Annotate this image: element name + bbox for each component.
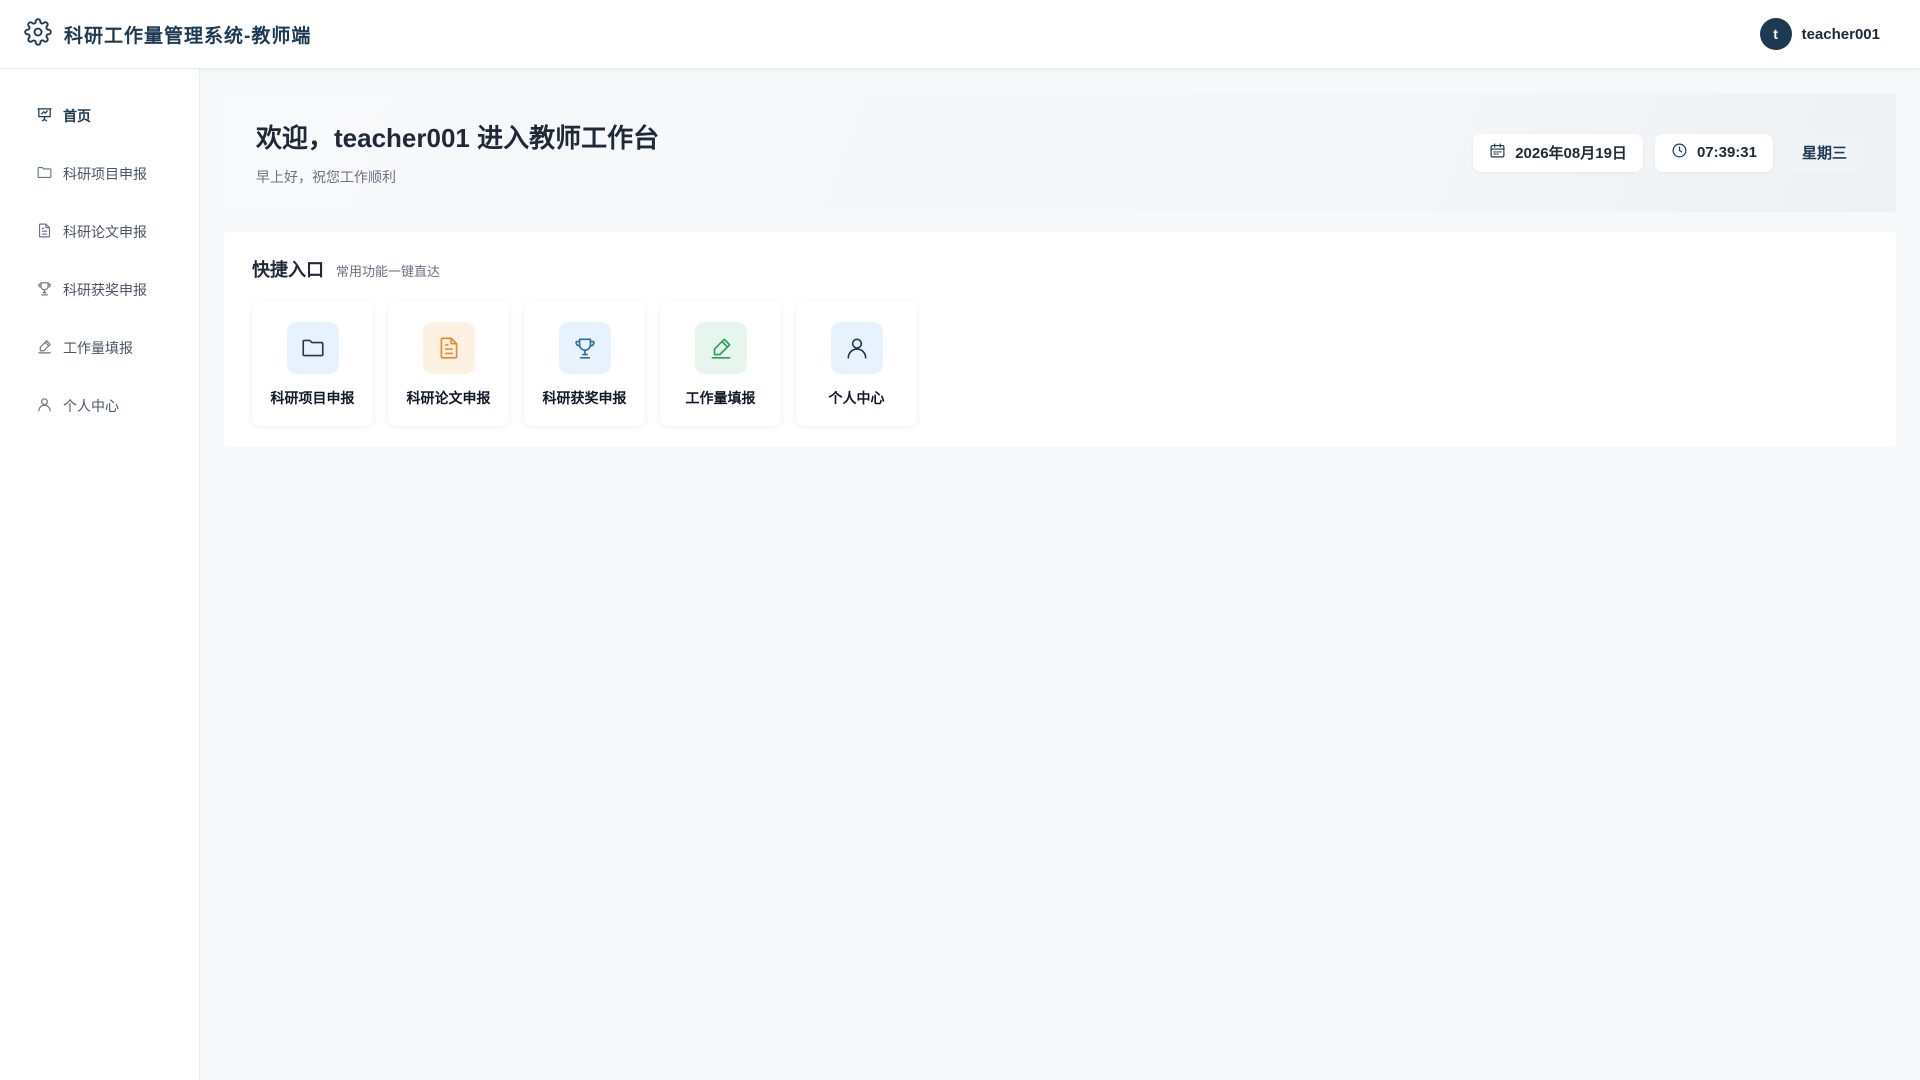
sidebar-item-home[interactable]: 首页: [0, 87, 199, 145]
username[interactable]: teacher001: [1802, 26, 1880, 43]
sidebar-item-label: 首页: [63, 108, 91, 124]
quick-card-label: 个人中心: [828, 390, 885, 406]
quick-card-label: 工作量填报: [685, 390, 756, 406]
welcome-title: 欢迎，teacher001 进入教师工作台: [256, 123, 660, 153]
sidebar-item-label: 科研获奖申报: [63, 282, 147, 298]
top-header: 科研工作量管理系统-教师端 t teacher001: [0, 0, 1920, 69]
folder-icon: [36, 164, 53, 184]
app-title: 科研工作量管理系统-教师端: [64, 25, 312, 47]
pen-icon: [36, 338, 53, 358]
sidebar-item-label: 科研论文申报: [63, 224, 147, 240]
quick-card-label: 科研项目申报: [270, 390, 355, 406]
quick-access-panel: 快捷入口 常用功能一键直达 科研项目申报 科研论文申报 科研获奖申报 工作量填报…: [224, 232, 1896, 447]
avatar[interactable]: t: [1759, 18, 1792, 50]
sidebar-item-label: 个人中心: [63, 398, 119, 414]
quick-access-title: 快捷入口: [252, 260, 324, 280]
welcome-subtitle: 早上好，祝您工作顺利: [256, 169, 396, 185]
trophy-icon: [36, 280, 53, 300]
quick-card-label: 科研论文申报: [406, 390, 491, 406]
weekday-text: 星期三: [1801, 145, 1847, 162]
calendar-icon: [1489, 142, 1506, 163]
quick-card-paper[interactable]: 科研论文申报: [388, 302, 509, 426]
datetime-chips: 2026年08月19日 07:39:31 星期三: [1473, 133, 1864, 172]
quick-card-workload[interactable]: 工作量填报: [660, 302, 781, 426]
trophy-icon: [558, 322, 611, 374]
sidebar-item-workload[interactable]: 工作量填报: [0, 319, 199, 377]
quick-card-profile[interactable]: 个人中心: [796, 302, 917, 426]
user-menu[interactable]: t teacher001: [1759, 18, 1880, 50]
sidebar-item-paper[interactable]: 科研论文申报: [0, 203, 199, 261]
time-text: 07:39:31: [1696, 144, 1757, 161]
main-content: 欢迎，teacher001 进入教师工作台 早上好，祝您工作顺利 2026年08…: [200, 69, 1920, 1080]
quick-access-subtitle: 常用功能一键直达: [336, 264, 441, 279]
quick-card-award[interactable]: 科研获奖申报: [524, 302, 645, 426]
user-icon: [36, 396, 53, 416]
quick-card-project[interactable]: 科研项目申报: [252, 302, 373, 426]
sidebar-item-label: 科研项目申报: [63, 166, 147, 182]
welcome-text: 欢迎，teacher001 进入教师工作台 早上好，祝您工作顺利: [256, 118, 659, 187]
quick-access-header: 快捷入口 常用功能一键直达: [252, 256, 1868, 282]
pen-icon: [694, 322, 747, 374]
clock-icon: [1671, 142, 1688, 163]
presentation-chart-icon: [36, 106, 53, 126]
document-icon: [422, 322, 475, 374]
brand[interactable]: 科研工作量管理系统-教师端: [24, 17, 312, 51]
quick-access-cards: 科研项目申报 科研论文申报 科研获奖申报 工作量填报 个人中心: [252, 302, 1868, 426]
weekday-chip: 星期三: [1784, 133, 1864, 172]
welcome-banner: 欢迎，teacher001 进入教师工作台 早上好，祝您工作顺利 2026年08…: [224, 93, 1896, 212]
date-text: 2026年08月19日: [1515, 145, 1627, 162]
time-chip: 07:39:31: [1654, 133, 1773, 172]
sidebar-item-project[interactable]: 科研项目申报: [0, 145, 199, 203]
document-icon: [36, 222, 53, 242]
sidebar-item-profile[interactable]: 个人中心: [0, 377, 199, 435]
quick-card-label: 科研获奖申报: [542, 390, 627, 406]
date-chip: 2026年08月19日: [1473, 133, 1643, 172]
sidebar-item-award[interactable]: 科研获奖申报: [0, 261, 199, 319]
folder-icon: [286, 322, 339, 374]
gear-icon: [24, 17, 52, 51]
sidebar-item-label: 工作量填报: [63, 340, 133, 356]
user-icon: [830, 322, 883, 374]
sidebar: 首页 科研项目申报 科研论文申报 科研获奖申报 工作量填报 个人中心: [0, 69, 200, 1080]
